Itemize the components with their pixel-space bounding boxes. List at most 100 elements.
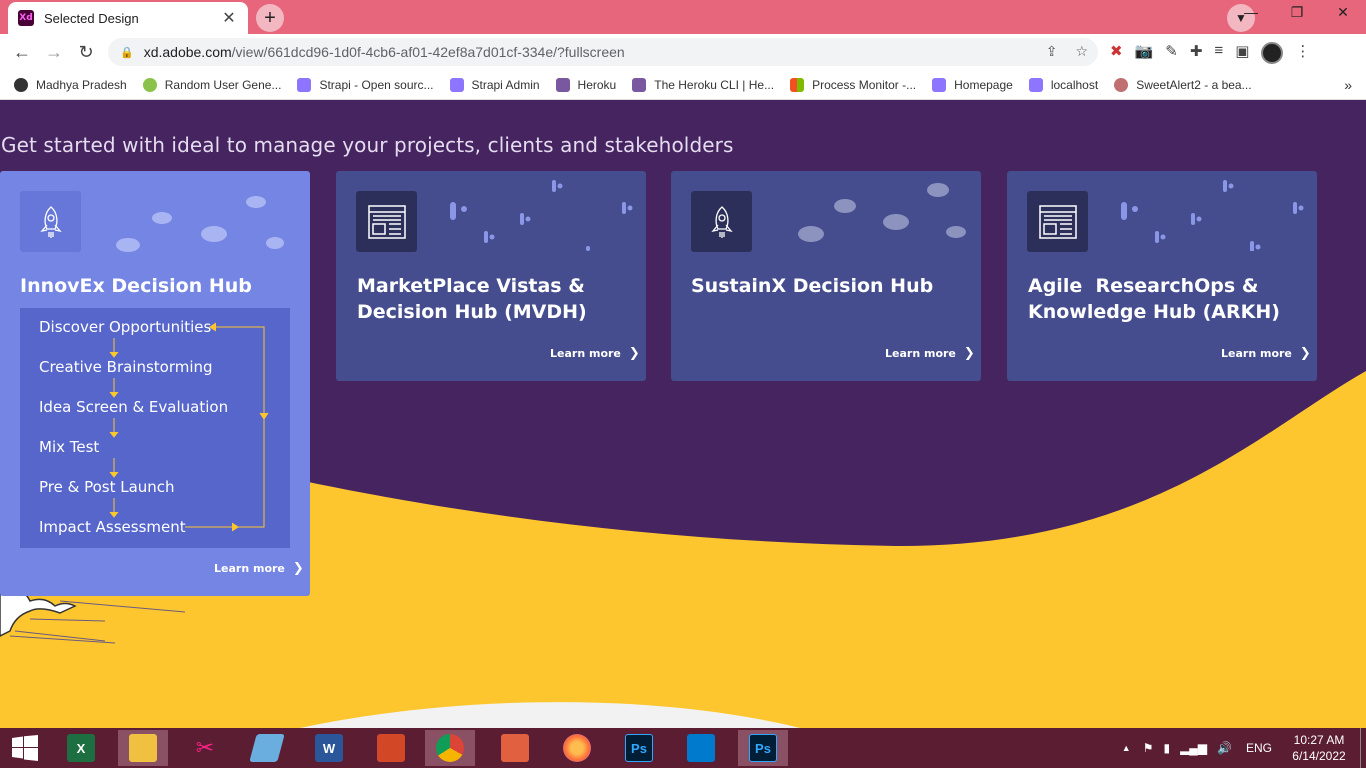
- side-panel-icon[interactable]: ▣: [1235, 42, 1249, 64]
- system-tray: ▲ ⚑ ▮ ▂▄▆ 🔊 ENG 10:27 AM 6/14/2022: [1122, 728, 1366, 768]
- card-arkh[interactable]: Agile ResearchOps & Knowledge Hub (ARKH)…: [1007, 171, 1317, 381]
- new-tab-button[interactable]: +: [256, 4, 284, 32]
- tab-title: Selected Design: [44, 10, 139, 26]
- step-item: Mix Test: [39, 438, 100, 456]
- adobe-xd-favicon-icon: Xd: [18, 10, 34, 26]
- bookmark-item[interactable]: Process Monitor -...: [790, 77, 916, 92]
- word-icon: W: [315, 734, 343, 762]
- puzzle-icon[interactable]: ✚: [1190, 42, 1203, 64]
- taskbar-vscode[interactable]: [676, 730, 726, 766]
- arrow-left-icon: ←: [13, 41, 31, 62]
- bookmark-item[interactable]: Heroku: [555, 77, 616, 92]
- network-icon[interactable]: ▂▄▆: [1180, 741, 1207, 755]
- taskbar-reader[interactable]: [490, 730, 540, 766]
- battery-icon[interactable]: ▮: [1163, 741, 1170, 755]
- bookmark-star-icon[interactable]: ☆: [1075, 43, 1088, 60]
- bookmark-item[interactable]: Homepage: [932, 77, 1013, 92]
- step-item: Pre & Post Launch: [39, 478, 175, 496]
- card-sustainx[interactable]: SustainX Decision Hub Learn more ❯: [671, 171, 981, 381]
- taskbar-firefox[interactable]: [552, 730, 602, 766]
- bookmarks-overflow-button[interactable]: »: [1344, 77, 1352, 93]
- step-item: Creative Brainstorming: [39, 358, 213, 376]
- language-indicator[interactable]: ENG: [1246, 741, 1272, 755]
- card-title: InnovEx Decision Hub: [20, 275, 252, 297]
- xd-prototype-view: Get started with ideal to manage your pr…: [0, 101, 1366, 728]
- bookmark-item[interactable]: SweetAlert2 - a bea...: [1114, 77, 1252, 92]
- process-steps: Discover Opportunities Creative Brainsto…: [20, 308, 290, 548]
- eyedropper-icon[interactable]: ✎: [1165, 42, 1178, 64]
- window-controls: — ❐ ✕: [1228, 0, 1366, 30]
- excel-icon: X: [67, 734, 95, 762]
- card-mvdh[interactable]: MarketPlace Vistas & Decision Hub (MVDH)…: [336, 171, 646, 381]
- share-icon[interactable]: ⇪: [1046, 43, 1058, 60]
- lock-icon: 🔒: [120, 46, 134, 59]
- bookmark-item[interactable]: Random User Gene...: [142, 77, 281, 92]
- tab-close-button[interactable]: ✕: [220, 8, 238, 28]
- taskbar-notepad[interactable]: [242, 730, 292, 766]
- avatar[interactable]: [1261, 42, 1284, 64]
- reload-icon: ↻: [78, 41, 94, 62]
- taskbar-photoshop-2[interactable]: Ps: [738, 730, 788, 766]
- menu-icon[interactable]: ⋮: [1295, 42, 1310, 64]
- bookmark-item[interactable]: Madhya Pradesh: [14, 77, 127, 92]
- maximize-button[interactable]: ❐: [1274, 0, 1320, 30]
- learn-more-link[interactable]: Learn more ❯: [1221, 346, 1311, 361]
- taskbar-powerpoint[interactable]: [366, 730, 416, 766]
- scissors-icon: ✂: [195, 735, 215, 760]
- rocket-icon: [20, 191, 81, 252]
- bookmark-item[interactable]: Strapi - Open sourc...: [297, 77, 434, 92]
- windows-logo-icon: [12, 735, 38, 761]
- chrome-icon: [436, 734, 464, 762]
- browser-tab[interactable]: Xd Selected Design ✕: [8, 2, 248, 34]
- powerpoint-icon: [377, 734, 405, 762]
- extensions-area: ✖ 📷 ✎ ✚ ≡ ▣ ⋮: [1110, 42, 1310, 64]
- clouds-decoration: [798, 183, 966, 242]
- clock[interactable]: 10:27 AM 6/14/2022: [1284, 732, 1354, 764]
- photoshop-icon: Ps: [625, 734, 653, 762]
- taskbar-file-explorer[interactable]: [118, 730, 168, 766]
- card-innovex[interactable]: InnovEx Decision Hub Discover Opportunit…: [0, 171, 310, 596]
- browser-tab-bar: Xd Selected Design ✕ + ▼ — ❐ ✕: [0, 0, 1366, 34]
- bookmark-favicon-icon: [14, 77, 28, 92]
- learn-more-link[interactable]: Learn more ❯: [214, 561, 304, 576]
- show-desktop-button[interactable]: [1360, 728, 1366, 768]
- volume-icon[interactable]: 🔊: [1217, 741, 1232, 755]
- taskbar-word[interactable]: W: [304, 730, 354, 766]
- address-bar[interactable]: 🔒 xd.adobe.com/view/661dcd96-1d0f-4cb6-a…: [108, 38, 1098, 66]
- bookmark-item[interactable]: Strapi Admin: [449, 77, 540, 92]
- flag-icon[interactable]: ⚑: [1143, 741, 1154, 755]
- extension-icon[interactable]: ✖: [1110, 42, 1123, 64]
- step-item: Discover Opportunities: [39, 318, 212, 336]
- bookmark-favicon-icon: [1028, 77, 1043, 92]
- media-control-icon[interactable]: ≡: [1214, 42, 1223, 64]
- close-window-button[interactable]: ✕: [1320, 0, 1366, 30]
- minimize-button[interactable]: —: [1228, 0, 1274, 30]
- camera-icon[interactable]: 📷: [1135, 42, 1154, 64]
- forward-button[interactable]: →: [42, 40, 66, 64]
- show-hidden-icons-button[interactable]: ▲: [1122, 743, 1131, 753]
- rocket-icon: [691, 191, 752, 252]
- taskbar-photoshop[interactable]: Ps: [614, 730, 664, 766]
- vscode-icon: [687, 734, 715, 762]
- chevron-right-icon: ❯: [1299, 346, 1311, 361]
- taskbar-excel[interactable]: X: [56, 730, 106, 766]
- step-item: Idea Screen & Evaluation: [39, 398, 229, 416]
- learn-more-link[interactable]: Learn more ❯: [885, 346, 975, 361]
- dots-decoration: [1121, 180, 1304, 251]
- taskbar-snipping-tool[interactable]: ✂: [180, 730, 230, 766]
- card-title: MarketPlace Vistas & Decision Hub (MVDH): [357, 275, 587, 323]
- back-button[interactable]: ←: [10, 40, 34, 64]
- taskbar-chrome[interactable]: [425, 730, 475, 766]
- bookmark-favicon-icon: [142, 77, 157, 92]
- learn-more-link[interactable]: Learn more ❯: [550, 346, 640, 361]
- reload-button[interactable]: ↻: [74, 40, 98, 64]
- bookmark-item[interactable]: The Heroku CLI | He...: [632, 77, 774, 92]
- arrow-right-icon: →: [45, 41, 63, 62]
- chevron-right-icon: ❯: [963, 346, 975, 361]
- photoshop-icon: Ps: [749, 734, 777, 762]
- chevron-right-icon: ❯: [628, 346, 640, 361]
- bookmark-item[interactable]: localhost: [1028, 77, 1098, 92]
- bookmark-favicon-icon: [790, 77, 805, 92]
- card-title: Agile ResearchOps & Knowledge Hub (ARKH): [1028, 275, 1280, 323]
- start-button[interactable]: [0, 730, 50, 766]
